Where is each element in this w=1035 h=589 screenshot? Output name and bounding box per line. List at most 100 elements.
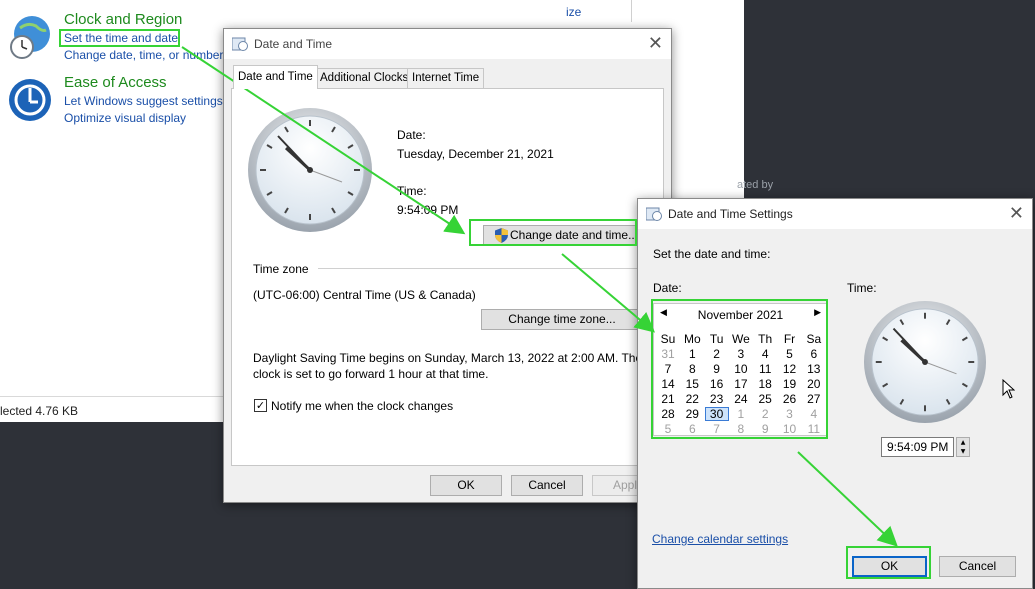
calendar-day[interactable]: 6 (680, 422, 704, 436)
set-time-date-link[interactable]: Set the time and date (64, 31, 178, 45)
dst-text-line2: clock is set to go forward 1 hour at tha… (253, 367, 489, 381)
calendar-day[interactable]: 3 (729, 347, 753, 361)
calendar-day[interactable]: 25 (753, 392, 777, 406)
settings-ok-button[interactable]: OK (852, 556, 927, 577)
calendar-day[interactable]: 10 (778, 422, 802, 436)
clock-region-title[interactable]: Clock and Region (64, 11, 182, 28)
settings-title-bar: Date and Time Settings ✕ (638, 199, 1032, 229)
calendar-day[interactable]: 4 (753, 347, 777, 361)
change-formats-link[interactable]: Change date, time, or number (64, 48, 223, 62)
ease-of-access-icon (9, 79, 51, 121)
calendar-day[interactable]: 6 (802, 347, 826, 361)
calendar-day[interactable]: 21 (656, 392, 680, 406)
calendar-day[interactable]: 5 (778, 347, 802, 361)
dst-text-line1: Daylight Saving Time begins on Sunday, M… (253, 351, 643, 365)
calendar-day[interactable]: 26 (778, 392, 802, 406)
calendar-day[interactable]: 2 (753, 407, 777, 421)
ease-of-access-title[interactable]: Ease of Access (64, 74, 167, 91)
calendar-day[interactable]: 23 (705, 392, 729, 406)
close-icon[interactable]: ✕ (648, 33, 663, 54)
truncated-link[interactable]: ize (566, 5, 581, 19)
mouse-cursor-icon (1002, 379, 1015, 399)
month-title[interactable]: November 2021 (654, 308, 827, 322)
calendar-day[interactable]: 2 (705, 347, 729, 361)
calendar-day[interactable]: 15 (680, 377, 704, 391)
weekday-header: Tu (709, 332, 724, 346)
change-timezone-button[interactable]: Change time zone... (481, 309, 643, 330)
calendar-day[interactable]: 7 (705, 422, 729, 436)
notify-checkbox[interactable]: ✓ (254, 399, 267, 412)
calendar-day[interactable]: 31 (656, 347, 680, 361)
calendar-day[interactable]: 9 (705, 362, 729, 376)
calendar-day[interactable]: 13 (802, 362, 826, 376)
timezone-value: (UTC-06:00) Central Time (US & Canada) (253, 288, 476, 302)
time-input[interactable]: 9:54:09 PM (881, 437, 954, 457)
column-divider (631, 0, 632, 22)
settings-cancel-button[interactable]: Cancel (939, 556, 1016, 577)
calendar-day[interactable]: 7 (656, 362, 680, 376)
date-label: Date: (397, 128, 426, 142)
status-text: lected 4.76 KB (0, 404, 79, 418)
next-month-icon[interactable]: ▶ (814, 308, 821, 318)
cancel-button[interactable]: Cancel (511, 475, 583, 496)
calendar-day[interactable]: 14 (656, 377, 680, 391)
weekday-header: Th (758, 332, 773, 346)
calendar-day[interactable]: 16 (705, 377, 729, 391)
date-time-app-icon (232, 37, 248, 51)
background-text: ated by (737, 179, 774, 191)
calendar-day[interactable]: 30 (704, 407, 729, 421)
settings-close-icon[interactable]: ✕ (1009, 203, 1024, 224)
analog-clock (248, 108, 372, 232)
calendar-day[interactable]: 4 (802, 407, 826, 421)
change-date-time-button[interactable]: Change date and time... (483, 225, 639, 246)
calendar-day[interactable]: 9 (753, 422, 777, 436)
settings-time-label: Time: (847, 281, 877, 295)
title-bar: Date and Time ✕ (224, 29, 671, 59)
calendar-day[interactable]: 19 (778, 377, 802, 391)
weekday-header: We (731, 332, 750, 346)
window-title: Date and Time (254, 37, 333, 51)
calendar-day[interactable]: 18 (753, 377, 777, 391)
calendar-day[interactable]: 8 (729, 422, 753, 436)
tab-additional-clocks[interactable]: Additional Clocks (315, 68, 414, 88)
spin-up-icon[interactable]: ▲ (957, 438, 969, 447)
calendar-day[interactable]: 10 (729, 362, 753, 376)
tab-internet-time[interactable]: Internet Time (407, 68, 485, 88)
calendar: ◀ November 2021 ▶ Su Mo Tu We Th Fr Sa 31 1 2 3 4 5 6… (653, 303, 828, 436)
calendar-day[interactable]: 3 (778, 407, 802, 421)
time-value: 9:54:09 PM (397, 203, 459, 217)
calendar-day[interactable]: 17 (729, 377, 753, 391)
tab-panel: Date: Tuesday, December 21, 2021 Time: 9… (231, 88, 664, 466)
time-spinner[interactable]: ▲ ▼ (956, 437, 970, 457)
settings-app-icon (646, 207, 662, 221)
spin-down-icon[interactable]: ▼ (957, 447, 969, 456)
suggest-settings-link[interactable]: Let Windows suggest settings (64, 94, 223, 108)
calendar-day[interactable]: 1 (729, 407, 753, 421)
optimize-display-link[interactable]: Optimize visual display (64, 111, 186, 125)
calendar-day[interactable]: 11 (802, 422, 826, 436)
instruction-text: Set the date and time: (653, 247, 771, 261)
calendar-day[interactable]: 1 (680, 347, 704, 361)
calendar-day[interactable]: 12 (778, 362, 802, 376)
calendar-day[interactable]: 5 (656, 422, 680, 436)
calendar-day[interactable]: 8 (680, 362, 704, 376)
calendar-day[interactable]: 27 (802, 392, 826, 406)
calendar-day[interactable]: 24 (729, 392, 753, 406)
date-time-window: Date and Time ✕ Date and Time Additional… (223, 28, 672, 503)
tab-date-and-time[interactable]: Date and Time (233, 65, 318, 89)
weekday-header: Sa (806, 332, 822, 346)
calendar-day[interactable]: 22 (680, 392, 704, 406)
time-label: Time: (397, 184, 427, 198)
ok-button[interactable]: OK (430, 475, 502, 496)
calendar-day[interactable]: 29 (680, 407, 704, 421)
change-calendar-link[interactable]: Change calendar settings (652, 532, 788, 546)
calendar-day[interactable]: 28 (656, 407, 680, 421)
weekday-header: Mo (683, 332, 701, 346)
date-time-settings-window: Date and Time Settings ✕ Set the date an… (637, 198, 1033, 589)
settings-window-title: Date and Time Settings (668, 207, 793, 221)
calendar-day[interactable]: 11 (753, 362, 777, 376)
calendar-day[interactable]: 20 (802, 377, 826, 391)
date-value: Tuesday, December 21, 2021 (397, 147, 554, 161)
change-date-time-label: Change date and time... (510, 228, 639, 242)
settings-date-label: Date: (653, 281, 682, 295)
